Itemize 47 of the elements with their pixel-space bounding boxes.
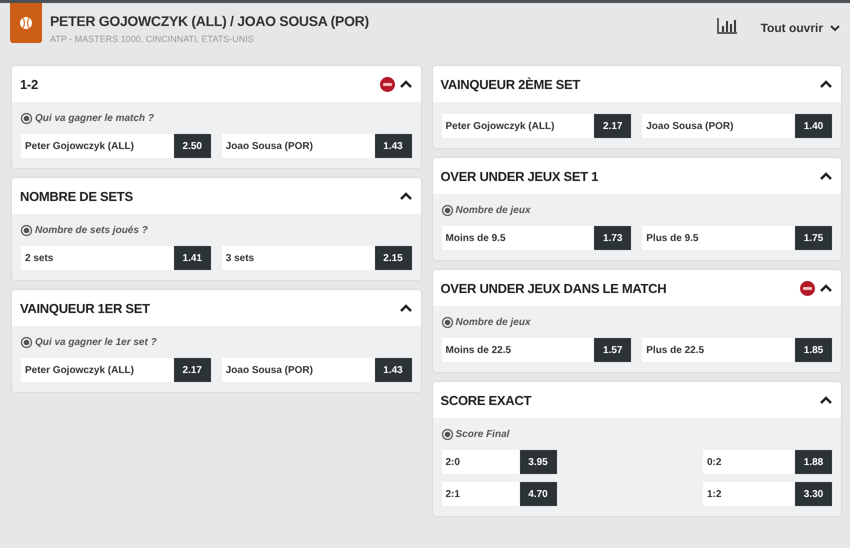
odds-button[interactable]: Joao Sousa (POR) 1.40 bbox=[642, 114, 832, 138]
event-title: PETER GOJOWCZYK (ALL) / JOAO SOUSA (POR) bbox=[50, 13, 370, 29]
chevron-down-icon bbox=[830, 24, 840, 32]
target-icon bbox=[21, 112, 32, 124]
market-question: Nombre de jeux bbox=[456, 316, 531, 328]
market-title: SCORE EXACT bbox=[440, 392, 532, 408]
target-icon bbox=[442, 428, 452, 440]
chevron-up-icon[interactable] bbox=[400, 192, 412, 200]
odds-button[interactable]: Moins de 9.5 1.73 bbox=[442, 226, 632, 250]
odds-button[interactable]: Plus de 22.5 1.85 bbox=[642, 338, 832, 362]
odds-button[interactable]: Peter Gojowczyk (ALL) 2.17 bbox=[21, 358, 211, 382]
odds-button[interactable]: Peter Gojowczyk (ALL) 2.17 bbox=[442, 114, 632, 138]
target-icon bbox=[21, 336, 32, 348]
odds-button[interactable]: 2 sets 1.41 bbox=[21, 246, 211, 270]
odds-button[interactable]: 3 sets 2.15 bbox=[222, 246, 412, 270]
odds-button[interactable]: 2:1 4.70 bbox=[442, 482, 556, 506]
market-question: Nombre de jeux bbox=[456, 204, 531, 216]
market-title: VAINQUEUR 2ÈME SET bbox=[440, 76, 582, 92]
market-question: Qui va gagner le 1er set ? bbox=[35, 336, 157, 348]
chevron-up-icon[interactable] bbox=[820, 80, 832, 88]
market-question: Score Final bbox=[456, 428, 510, 440]
target-icon bbox=[442, 204, 452, 216]
open-all-button[interactable]: Tout ouvrir bbox=[760, 17, 840, 39]
market-question: Qui va gagner le match ? bbox=[35, 112, 154, 124]
event-subtitle: ATP - MASTERS 1000, CINCINNATI, ETATS-UNIS bbox=[50, 34, 255, 44]
odds-button[interactable]: Joao Sousa (POR) 1.43 bbox=[222, 134, 412, 158]
odds-button[interactable]: Moins de 22.5 1.57 bbox=[442, 338, 632, 362]
chevron-up-icon[interactable] bbox=[820, 172, 832, 180]
market-title: OVER UNDER JEUX SET 1 bbox=[440, 168, 600, 184]
market-title: 1-2 bbox=[20, 76, 39, 92]
chevron-up-icon[interactable] bbox=[400, 80, 412, 88]
target-icon bbox=[442, 316, 452, 328]
bar-chart-icon[interactable] bbox=[716, 18, 737, 34]
odds-button[interactable]: 2:0 3.95 bbox=[442, 450, 556, 474]
chevron-up-icon[interactable] bbox=[400, 304, 412, 312]
odds-button[interactable]: 1:2 3.30 bbox=[703, 482, 832, 506]
odds-button[interactable]: Plus de 9.5 1.75 bbox=[642, 226, 832, 250]
chevron-up-icon[interactable] bbox=[820, 284, 832, 292]
market-title: VAINQUEUR 1ER SET bbox=[20, 300, 151, 316]
odds-button[interactable]: Joao Sousa (POR) 1.43 bbox=[222, 358, 412, 382]
odds-button[interactable]: 0:2 1.88 bbox=[703, 450, 832, 474]
market-title: NOMBRE DE SETS bbox=[20, 188, 134, 204]
chevron-up-icon[interactable] bbox=[820, 396, 832, 404]
odds-button[interactable]: Peter Gojowczyk (ALL) 2.50 bbox=[21, 134, 211, 158]
market-question: Nombre de sets joués ? bbox=[35, 224, 148, 236]
market-title: OVER UNDER JEUX DANS LE MATCH bbox=[440, 280, 668, 296]
target-icon bbox=[21, 224, 32, 236]
